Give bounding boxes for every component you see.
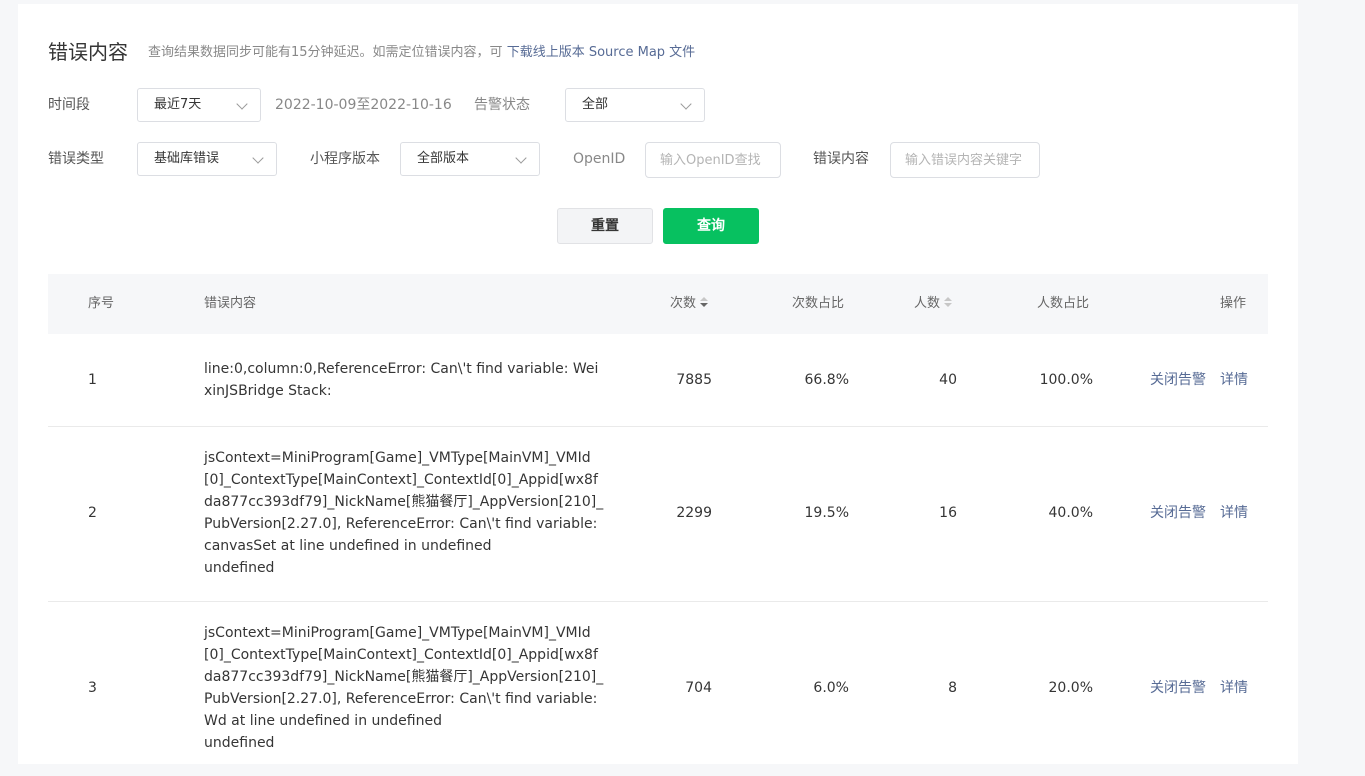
row-users: 8 bbox=[948, 680, 957, 696]
openid-label: OpenID bbox=[573, 151, 626, 167]
row-users-ratio: 100.0% bbox=[1039, 372, 1093, 388]
query-button[interactable]: 查询 bbox=[663, 208, 759, 244]
row-error-content: line:0,column:0,ReferenceError: Can\'t f… bbox=[204, 361, 599, 399]
row-users: 40 bbox=[939, 372, 957, 388]
table-row: 1 line:0,column:0,ReferenceError: Can\'t… bbox=[48, 334, 1268, 427]
error-content-label: 错误内容 bbox=[813, 151, 869, 167]
version-label: 小程序版本 bbox=[310, 151, 380, 167]
detail-link[interactable]: 详情 bbox=[1220, 503, 1248, 523]
row-index: 2 bbox=[88, 505, 97, 521]
col-users[interactable]: 人数 bbox=[914, 294, 953, 314]
col-count-label: 次数 bbox=[670, 296, 697, 311]
row-error-content: jsContext=MiniProgram[Game]_VMType[MainV… bbox=[204, 450, 604, 576]
error-type-select[interactable]: 基础库错误 bbox=[137, 142, 277, 176]
alert-status-select[interactable]: 全部 bbox=[565, 88, 705, 122]
table-row: 3 jsContext=MiniProgram[Game]_VMType[Mai… bbox=[48, 602, 1268, 776]
row-count: 7885 bbox=[676, 372, 712, 388]
alert-status-label: 告警状态 bbox=[474, 97, 530, 113]
col-action: 操作 bbox=[1220, 296, 1247, 311]
header-note: 查询结果数据同步可能有15分钟延迟。如需定位错误内容，可 下载线上版本 Sour… bbox=[148, 44, 695, 62]
openid-input[interactable] bbox=[645, 142, 781, 178]
table-header: 序号 错误内容 次数 次数占比 人数 人数占比 操作 bbox=[48, 274, 1268, 334]
reset-button[interactable]: 重置 bbox=[557, 208, 653, 244]
chevron-down-icon bbox=[515, 152, 527, 164]
row-users-ratio: 40.0% bbox=[1048, 505, 1093, 521]
col-index: 序号 bbox=[88, 296, 115, 311]
time-range-select[interactable]: 最近7天 bbox=[137, 88, 261, 122]
col-content: 错误内容 bbox=[204, 296, 257, 311]
chevron-down-icon bbox=[236, 98, 248, 110]
table-row: 2 jsContext=MiniProgram[Game]_VMType[Mai… bbox=[48, 427, 1268, 602]
col-count-ratio: 次数占比 bbox=[792, 296, 845, 311]
date-range-text: 2022-10-09至2022-10-16 bbox=[275, 97, 452, 113]
col-users-ratio: 人数占比 bbox=[1037, 296, 1090, 311]
chevron-down-icon bbox=[252, 152, 264, 164]
delay-note: 查询结果数据同步可能有15分钟延迟。如需定位错误内容，可 bbox=[148, 45, 503, 60]
row-count: 2299 bbox=[676, 505, 712, 521]
col-count[interactable]: 次数 bbox=[670, 294, 709, 314]
chevron-down-icon bbox=[680, 98, 692, 110]
download-sourcemap-link[interactable]: 下载线上版本 Source Map 文件 bbox=[507, 45, 695, 60]
row-count-ratio: 66.8% bbox=[804, 372, 849, 388]
row-users: 16 bbox=[939, 505, 957, 521]
detail-link[interactable]: 详情 bbox=[1220, 370, 1248, 390]
detail-link[interactable]: 详情 bbox=[1220, 678, 1248, 698]
time-range-label: 时间段 bbox=[48, 97, 90, 113]
row-count-ratio: 6.0% bbox=[813, 680, 849, 696]
version-select[interactable]: 全部版本 bbox=[400, 142, 540, 176]
close-alert-link[interactable]: 关闭告警 bbox=[1150, 370, 1206, 390]
col-users-label: 人数 bbox=[914, 296, 941, 311]
close-alert-link[interactable]: 关闭告警 bbox=[1150, 503, 1206, 523]
row-index: 3 bbox=[88, 680, 97, 696]
row-index: 1 bbox=[88, 372, 97, 388]
row-users-ratio: 20.0% bbox=[1048, 680, 1093, 696]
sort-icon[interactable] bbox=[700, 297, 709, 309]
error-content-input[interactable] bbox=[890, 142, 1040, 178]
row-count-ratio: 19.5% bbox=[804, 505, 849, 521]
error-type-label: 错误类型 bbox=[48, 151, 104, 167]
error-type-value: 基础库错误 bbox=[154, 151, 220, 166]
alert-status-value: 全部 bbox=[582, 97, 609, 112]
close-alert-link[interactable]: 关闭告警 bbox=[1150, 678, 1206, 698]
version-value: 全部版本 bbox=[417, 151, 470, 166]
time-range-value: 最近7天 bbox=[154, 97, 202, 112]
page-header: 错误内容 查询结果数据同步可能有15分钟延迟。如需定位错误内容，可 下载线上版本… bbox=[48, 38, 1268, 68]
main-card: 错误内容 查询结果数据同步可能有15分钟延迟。如需定位错误内容，可 下载线上版本… bbox=[18, 4, 1298, 764]
page-title: 错误内容 bbox=[48, 40, 128, 64]
sort-icon[interactable] bbox=[944, 297, 953, 309]
row-count: 704 bbox=[685, 680, 712, 696]
row-error-content: jsContext=MiniProgram[Game]_VMType[MainV… bbox=[204, 625, 604, 751]
